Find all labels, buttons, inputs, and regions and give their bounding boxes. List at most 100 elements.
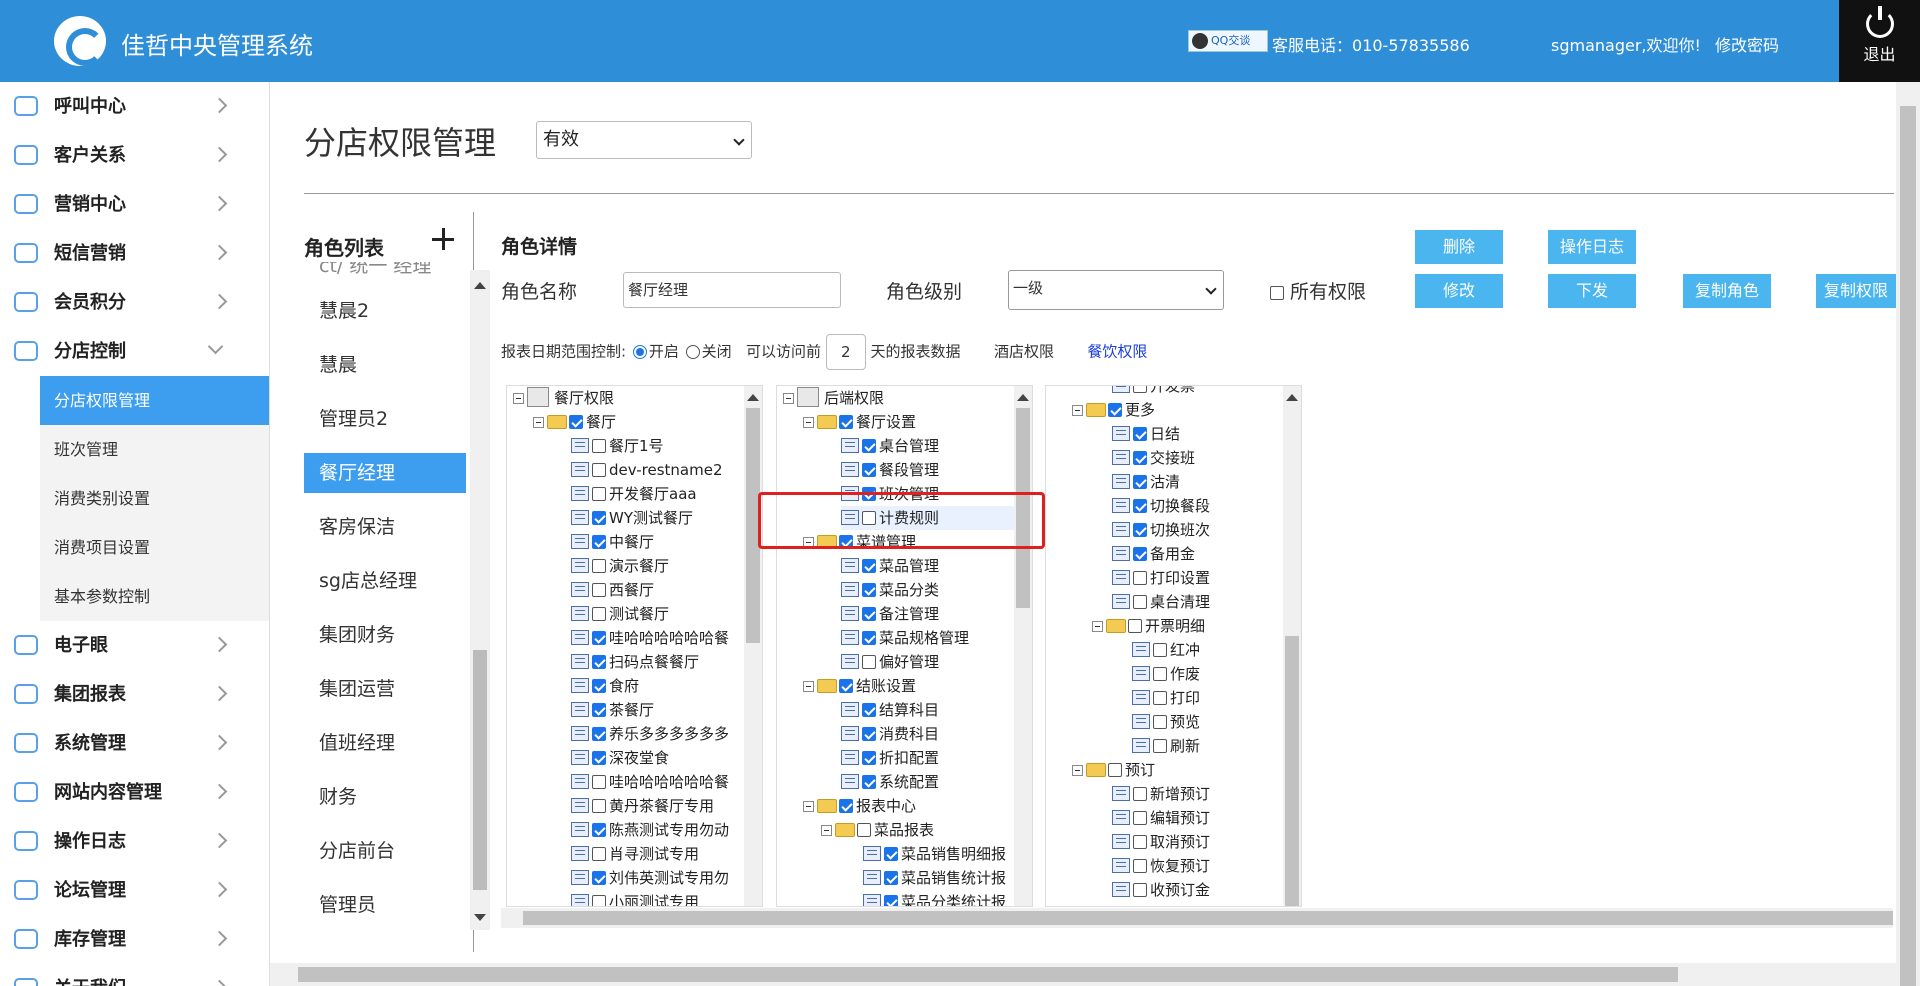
tree-row[interactable]: 餐厅设置	[803, 410, 916, 434]
tree-row[interactable]: 取消预订	[1112, 830, 1210, 854]
collapse-icon[interactable]	[821, 825, 832, 836]
tree-row[interactable]: 开票明细	[1092, 614, 1205, 638]
scroll-down-icon[interactable]	[474, 914, 486, 921]
role-item[interactable]: 慧晨	[304, 338, 466, 392]
tree-checkbox[interactable]	[839, 679, 853, 693]
food-perm-tab[interactable]: 餐饮权限	[1087, 343, 1147, 361]
logout-button[interactable]: 退出	[1839, 0, 1920, 82]
tree-checkbox[interactable]	[592, 871, 606, 885]
tree-checkbox[interactable]	[862, 727, 876, 741]
tree-checkbox[interactable]	[592, 895, 606, 906]
tree-checkbox[interactable]	[1128, 619, 1142, 633]
role-item[interactable]: 集团运营	[304, 662, 466, 716]
sidebar-item[interactable]: 客户关系	[0, 131, 269, 180]
tree-row[interactable]: 桌台清理	[1112, 590, 1210, 614]
role-name-input[interactable]: 餐厅经理	[623, 272, 841, 308]
scrollbar-thumb[interactable]	[1285, 636, 1299, 906]
tree-checkbox[interactable]	[592, 703, 606, 717]
hotel-perm-tab[interactable]: 酒店权限	[994, 343, 1054, 361]
sidebar-item[interactable]: 会员积分	[0, 278, 269, 327]
sidebar-item[interactable]: 电子眼	[0, 621, 269, 670]
tree-checkbox[interactable]	[592, 535, 606, 549]
tree-row[interactable]: 菜品销售统计报	[863, 866, 1006, 890]
tree-row[interactable]: 红冲	[1132, 638, 1200, 662]
all-perms-checkbox[interactable]	[1270, 286, 1284, 300]
collapse-icon[interactable]	[533, 417, 544, 428]
tree-row[interactable]: 演示餐厅	[571, 554, 669, 578]
tree-checkbox[interactable]	[1108, 403, 1122, 417]
tree-row[interactable]: 西餐厅	[571, 578, 654, 602]
radio-on[interactable]	[632, 344, 647, 359]
tree-checkbox[interactable]	[592, 607, 606, 621]
tree-row[interactable]: 陈燕测试专用勿动	[571, 818, 729, 842]
tree-checkbox[interactable]	[862, 703, 876, 717]
tree-checkbox[interactable]	[1133, 475, 1147, 489]
sidebar-item[interactable]: 操作日志	[0, 817, 269, 866]
copy-role-button[interactable]: 复制角色	[1683, 274, 1771, 308]
tree-checkbox[interactable]	[862, 439, 876, 453]
tree-row[interactable]: 交接班	[1112, 446, 1195, 470]
tree-row[interactable]: 新增预订	[1112, 782, 1210, 806]
sidebar-subitem[interactable]: 基本参数控制	[40, 572, 269, 621]
tree-row[interactable]: 预览	[1132, 710, 1200, 734]
tree-row[interactable]: 沽清	[1112, 470, 1180, 494]
status-select[interactable]: 有效	[536, 121, 752, 159]
radio-off[interactable]	[685, 344, 700, 359]
role-item[interactable]: 管理员2	[304, 392, 466, 446]
tree-row[interactable]: 系统配置	[841, 770, 939, 794]
tree-row[interactable]: 茶餐厅	[571, 698, 654, 722]
scroll-up-icon[interactable]	[474, 282, 486, 289]
page-horizontal-scrollbar[interactable]	[270, 963, 1896, 986]
tree-checkbox[interactable]	[592, 655, 606, 669]
tree-checkbox[interactable]	[839, 799, 853, 813]
collapse-icon[interactable]	[803, 801, 814, 812]
tree-checkbox[interactable]	[862, 583, 876, 597]
scrollbar-thumb[interactable]	[473, 650, 487, 890]
tree-row[interactable]: dev-restname2	[571, 458, 722, 482]
role-item[interactable]: 财务	[304, 770, 466, 824]
tree-row[interactable]: 餐厅	[533, 410, 616, 434]
sidebar-subitem[interactable]: 分店权限管理	[40, 376, 269, 425]
role-list-scrollbar[interactable]	[470, 270, 490, 930]
collapse-icon[interactable]	[783, 393, 794, 404]
tree-row[interactable]: 收预订金	[1112, 878, 1210, 902]
tree-row[interactable]: 菜品报表	[821, 818, 934, 842]
tree-checkbox[interactable]	[592, 847, 606, 861]
tree-row[interactable]: 桌台管理	[841, 434, 939, 458]
tree-checkbox[interactable]	[884, 847, 898, 861]
role-item[interactable]: 集团财务	[304, 608, 466, 662]
modify-button[interactable]: 修改	[1415, 274, 1503, 308]
change-password-link[interactable]: 修改密码	[1715, 32, 1779, 56]
tree-row[interactable]: 作废	[1132, 662, 1200, 686]
tree-checkbox[interactable]	[1133, 523, 1147, 537]
tree-checkbox[interactable]	[1153, 691, 1167, 705]
tree-row[interactable]: 切换餐段	[1112, 494, 1210, 518]
tree-checkbox[interactable]	[884, 895, 898, 906]
sidebar-subitem[interactable]: 班次管理	[40, 425, 269, 474]
tree-checkbox[interactable]	[569, 415, 583, 429]
tree-checkbox[interactable]	[1133, 499, 1147, 513]
scrollbar-thumb[interactable]	[523, 911, 1893, 925]
tree-checkbox[interactable]	[1133, 571, 1147, 585]
operation-log-button[interactable]: 操作日志	[1548, 230, 1636, 264]
tree-row[interactable]: 肖寻测试专用	[571, 842, 699, 866]
role-item[interactable]: sg店总经理	[304, 554, 466, 608]
tree-checkbox[interactable]	[884, 871, 898, 885]
tree-row[interactable]: 中餐厅	[571, 530, 654, 554]
tree-row[interactable]: 报表中心	[803, 794, 916, 818]
tree-checkbox[interactable]	[839, 415, 853, 429]
scroll-up-icon[interactable]	[1017, 394, 1029, 401]
tree-row[interactable]: 切换班次	[1112, 518, 1210, 542]
tree-checkbox[interactable]	[1133, 547, 1147, 561]
tree-row[interactable]: 消费科目	[841, 722, 939, 746]
tree-checkbox[interactable]	[592, 463, 606, 477]
tree-checkbox[interactable]	[862, 631, 876, 645]
delete-button[interactable]: 删除	[1415, 230, 1503, 264]
scroll-up-icon[interactable]	[1286, 394, 1298, 401]
role-item[interactable]: ct/ 统一 经理	[304, 262, 466, 284]
tree-checkbox[interactable]	[1133, 787, 1147, 801]
tree-scrollbar[interactable]	[1014, 386, 1032, 906]
tree-checkbox[interactable]	[592, 679, 606, 693]
collapse-icon[interactable]	[803, 681, 814, 692]
sidebar-item[interactable]: 关于我们	[0, 964, 269, 986]
